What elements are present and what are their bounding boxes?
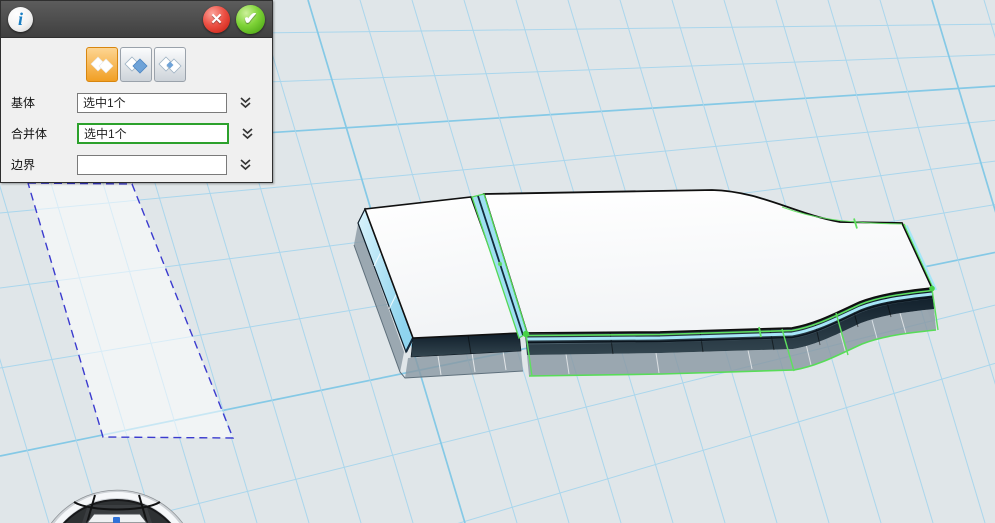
cancel-button[interactable]: ✕ [203, 6, 230, 33]
union-icon [90, 56, 114, 74]
vertex-dot [929, 286, 935, 292]
intersect-operation-button[interactable] [154, 47, 186, 82]
subtract-icon [124, 56, 148, 74]
base-expand-button[interactable] [239, 96, 252, 110]
double-chevron-down-icon [241, 127, 254, 141]
merge-body-label: 合并体 [11, 125, 77, 142]
viewport-3d[interactable]: i3DOne.com [0, 0, 995, 523]
field-row-base: 基体 [11, 92, 264, 113]
union-operation-button[interactable] [86, 47, 118, 82]
confirm-button[interactable]: ✔ [236, 5, 265, 34]
boundary-input[interactable] [77, 155, 227, 175]
double-chevron-down-icon [239, 96, 252, 110]
field-row-boundary: 边界 [11, 154, 264, 175]
vertex-dot [523, 331, 529, 337]
merge-body-input[interactable] [77, 123, 229, 144]
dialog-titlebar[interactable]: i ✕ ✔ [1, 1, 272, 38]
boundary-label: 边界 [11, 156, 77, 173]
nav-ball-axis-dot[interactable] [113, 517, 120, 523]
base-body-input[interactable] [77, 93, 227, 113]
vertex-dot [498, 262, 502, 266]
info-icon[interactable]: i [8, 7, 33, 32]
boolean-combine-dialog: i ✕ ✔ [0, 0, 273, 183]
intersect-icon [158, 56, 182, 74]
merge-expand-button[interactable] [241, 127, 254, 141]
field-row-merge: 合并体 [11, 123, 264, 144]
boolean-op-toolbar [86, 47, 272, 82]
double-chevron-down-icon [239, 158, 252, 172]
boundary-expand-button[interactable] [239, 158, 252, 172]
base-body-label: 基体 [11, 94, 77, 111]
subtract-operation-button[interactable] [120, 47, 152, 82]
